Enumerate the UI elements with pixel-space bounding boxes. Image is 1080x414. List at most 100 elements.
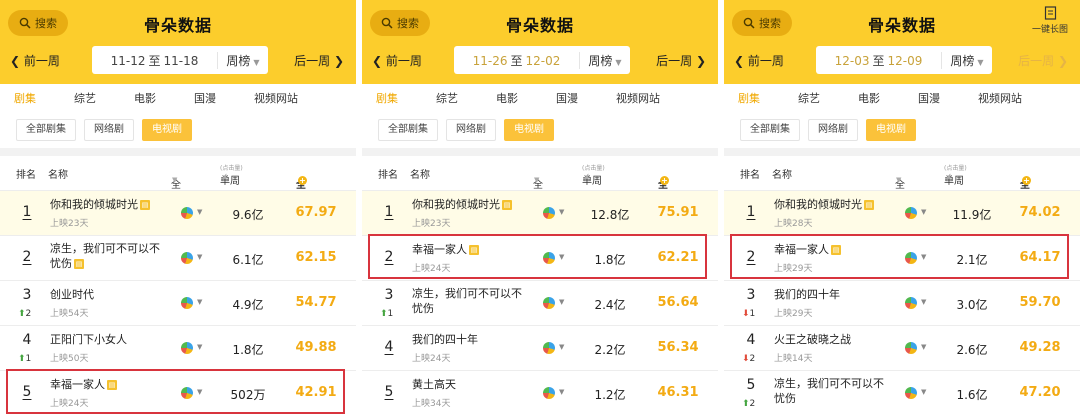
- platform-pie-icon[interactable]: [181, 207, 193, 219]
- show-title[interactable]: 幸福一家人 ▤: [50, 377, 168, 392]
- show-title[interactable]: 凉生，我们可不可以不忧伤 ▤: [50, 241, 168, 271]
- show-title[interactable]: 幸福一家人 ▤: [412, 242, 530, 257]
- sub-category-tab[interactable]: 全部剧集: [378, 119, 438, 141]
- sub-category-tab[interactable]: 全部剧集: [740, 119, 800, 141]
- week-type-select[interactable]: 周榜 ▼: [942, 52, 992, 69]
- show-title[interactable]: 我们的四十年: [412, 332, 530, 347]
- table-row[interactable]: 3 ⬇1 我们的四十年 上映29天 ▼ 3.0亿 59.70: [724, 280, 1080, 325]
- week-type-select[interactable]: 周榜 ▼: [218, 52, 268, 69]
- platform-pie-icon[interactable]: [543, 297, 555, 309]
- table-row[interactable]: 4 ⬆1 正阳门下小女人 上映50天 ▼ 1.8亿 49.88: [0, 325, 356, 370]
- next-week-button[interactable]: 后一周 ❯: [656, 52, 706, 69]
- table-row[interactable]: 3 ⬆1 凉生，我们可不可以不忧伤 ▼ 2.4亿 56.64: [362, 280, 718, 325]
- platform-pie-icon[interactable]: [181, 252, 193, 264]
- table-row[interactable]: 4 我们的四十年 上映24天 ▼ 2.2亿 56.34: [362, 325, 718, 370]
- platform-pie-icon[interactable]: [905, 342, 917, 354]
- show-title[interactable]: 创业时代: [50, 287, 168, 302]
- category-tab[interactable]: 国漫: [918, 90, 940, 106]
- sub-category-tab[interactable]: 网络剧: [84, 119, 134, 141]
- show-title[interactable]: 凉生，我们可不可以不忧伤: [774, 376, 892, 406]
- release-days: 上映14天: [774, 354, 813, 364]
- sub-category-tab[interactable]: 全部剧集: [16, 119, 76, 141]
- table-row[interactable]: 1 你和我的倾城时光 ▤ 上映23天 ▼ 9.6亿 67.97: [0, 190, 356, 235]
- show-title[interactable]: 幸福一家人 ▤: [774, 242, 892, 257]
- category-tab[interactable]: 综艺: [436, 90, 458, 106]
- plays-sort[interactable]: 单周播放量◢(点击量): [220, 162, 243, 217]
- table-row[interactable]: 2 幸福一家人 ▤ 上映29天 ▼ 2.1亿 64.17: [724, 235, 1080, 280]
- date-range[interactable]: 12-03 至 12-09: [816, 51, 942, 69]
- date-range-box[interactable]: 12-03 至 12-09 周榜 ▼: [816, 46, 992, 74]
- category-tab[interactable]: 电影: [496, 90, 518, 106]
- category-tab[interactable]: 剧集: [376, 90, 398, 106]
- category-tab[interactable]: 视频网站: [978, 90, 1022, 106]
- category-tab[interactable]: 视频网站: [254, 90, 298, 106]
- next-week-button[interactable]: 后一周 ❯: [294, 52, 344, 69]
- date-range-box[interactable]: 11-12 至 11-18 周榜 ▼: [92, 46, 268, 74]
- week-selector-row: ❮ 前一周 11-26 至 12-02 周榜 ▼ 后一周 ❯: [362, 46, 718, 76]
- category-tab[interactable]: 剧集: [14, 90, 36, 106]
- platform-pie-icon[interactable]: [181, 297, 193, 309]
- sub-category-tab[interactable]: 网络剧: [808, 119, 858, 141]
- category-tab[interactable]: 电影: [134, 90, 156, 106]
- prev-week-button[interactable]: ❮ 前一周: [734, 52, 784, 69]
- table-row[interactable]: 5 幸福一家人 ▤ 上映24天 ▼ 502万 42.91: [0, 370, 356, 414]
- sub-category-tabs: 全部剧集 网络剧 电视剧: [0, 112, 356, 148]
- sub-category-tab[interactable]: 网络剧: [446, 119, 496, 141]
- show-title[interactable]: 我们的四十年: [774, 287, 892, 302]
- platform-pie-icon[interactable]: [905, 387, 917, 399]
- week-type-select[interactable]: 周榜 ▼: [580, 52, 630, 69]
- platform-pie-icon[interactable]: [905, 207, 917, 219]
- category-tab[interactable]: 综艺: [798, 90, 820, 106]
- show-title[interactable]: 火王之破晓之战: [774, 332, 892, 347]
- date-start: 12-03: [834, 53, 870, 68]
- dropdown-triangle-icon: ▼: [977, 57, 984, 67]
- app-title: 骨朵数据: [505, 16, 574, 35]
- category-tab[interactable]: 国漫: [556, 90, 578, 106]
- table-row[interactable]: 5 ⬆2 凉生，我们可不可以不忧伤 ▼ 1.6亿 47.20: [724, 370, 1080, 414]
- show-title[interactable]: 正阳门下小女人: [50, 332, 168, 347]
- platform-pie-icon[interactable]: [543, 207, 555, 219]
- plays-sort[interactable]: 单周播放量◢(点击量): [944, 162, 967, 217]
- table-row[interactable]: 1 你和我的倾城时光 ▤ 上映28天 ▼ 11.9亿 74.02: [724, 190, 1080, 235]
- sub-category-tab[interactable]: 电视剧: [142, 119, 192, 141]
- weekly-plays: 2.2亿: [594, 343, 626, 357]
- show-title[interactable]: 你和我的倾城时光 ▤: [412, 197, 530, 212]
- sub-category-tab[interactable]: 电视剧: [866, 119, 916, 141]
- date-range[interactable]: 11-12 至 11-18: [92, 51, 218, 69]
- category-tab[interactable]: 剧集: [738, 90, 760, 106]
- show-title-text: 凉生，我们可不可以不忧伤: [774, 377, 884, 405]
- platform-pie-icon[interactable]: [905, 252, 917, 264]
- table-row[interactable]: 2 凉生，我们可不可以不忧伤 ▤ ▼ 6.1亿 62.15: [0, 235, 356, 280]
- rank-number: 5: [22, 384, 32, 400]
- prev-week-button[interactable]: ❮ 前一周: [10, 52, 60, 69]
- rank-number: 5: [746, 377, 756, 393]
- show-title[interactable]: 凉生，我们可不可以不忧伤: [412, 286, 530, 316]
- category-tab[interactable]: 综艺: [74, 90, 96, 106]
- category-tab[interactable]: 电影: [858, 90, 880, 106]
- platform-pie-icon[interactable]: [181, 387, 193, 399]
- platform-pie-icon[interactable]: [905, 297, 917, 309]
- platform-pie-icon[interactable]: [181, 342, 193, 354]
- date-range-box[interactable]: 11-26 至 12-02 周榜 ▼: [454, 46, 630, 74]
- table-row[interactable]: 4 ⬇2 火王之破晓之战 上映14天 ▼ 2.6亿 49.28: [724, 325, 1080, 370]
- table-row[interactable]: 5 黄土高天 上映34天 ▼ 1.2亿 46.31: [362, 370, 718, 414]
- platform-pie-icon[interactable]: [543, 387, 555, 399]
- platform-pie-icon[interactable]: [543, 252, 555, 264]
- plays-sort[interactable]: 单周播放量◢(点击量): [582, 162, 605, 217]
- table-row[interactable]: 2 幸福一家人 ▤ 上映24天 ▼ 1.8亿 62.21: [362, 235, 718, 280]
- next-week-button[interactable]: 后一周 ❯: [1018, 52, 1068, 69]
- long-image-button[interactable]: 一键长图: [1028, 6, 1072, 35]
- show-title[interactable]: 你和我的倾城时光 ▤: [50, 197, 168, 212]
- dropdown-triangle-icon: ▼: [559, 208, 565, 216]
- category-tab[interactable]: 视频网站: [616, 90, 660, 106]
- date-separator: 至: [148, 53, 161, 68]
- sub-category-tab[interactable]: 电视剧: [504, 119, 554, 141]
- show-title[interactable]: 黄土高天: [412, 377, 530, 392]
- show-title[interactable]: 你和我的倾城时光 ▤: [774, 197, 892, 212]
- table-row[interactable]: 1 你和我的倾城时光 ▤ 上映23天 ▼ 12.8亿 75.91: [362, 190, 718, 235]
- date-range[interactable]: 11-26 至 12-02: [454, 51, 580, 69]
- table-row[interactable]: 3 ⬆2 创业时代 上映54天 ▼ 4.9亿 54.77: [0, 280, 356, 325]
- platform-pie-icon[interactable]: [543, 342, 555, 354]
- prev-week-button[interactable]: ❮ 前一周: [372, 52, 422, 69]
- category-tab[interactable]: 国漫: [194, 90, 216, 106]
